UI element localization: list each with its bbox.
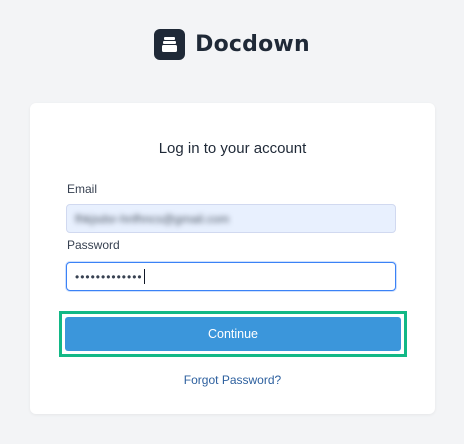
- login-card: Log in to your account Email fhkjsdsr-hn…: [30, 103, 435, 414]
- email-field[interactable]: fhkjsdsr-hnfhncs@gmail.com: [66, 204, 396, 233]
- brand-name: Docdown: [195, 32, 310, 57]
- login-title: Log in to your account: [158, 140, 307, 157]
- forgot-password-link[interactable]: Forgot Password?: [30, 373, 435, 387]
- continue-button-highlight: Continue: [59, 311, 407, 357]
- docdown-logo-icon: [154, 29, 186, 60]
- email-value: fhkjsdsr-hnfhncs@gmail.com: [75, 211, 230, 226]
- continue-button[interactable]: Continue: [65, 317, 401, 351]
- brand-header: Docdown: [0, 29, 464, 60]
- password-field[interactable]: •••••••••••••: [66, 262, 396, 291]
- password-label: Password: [67, 238, 120, 252]
- password-value: •••••••••••••: [75, 269, 143, 284]
- text-caret: [143, 269, 145, 284]
- email-label: Email: [67, 182, 98, 196]
